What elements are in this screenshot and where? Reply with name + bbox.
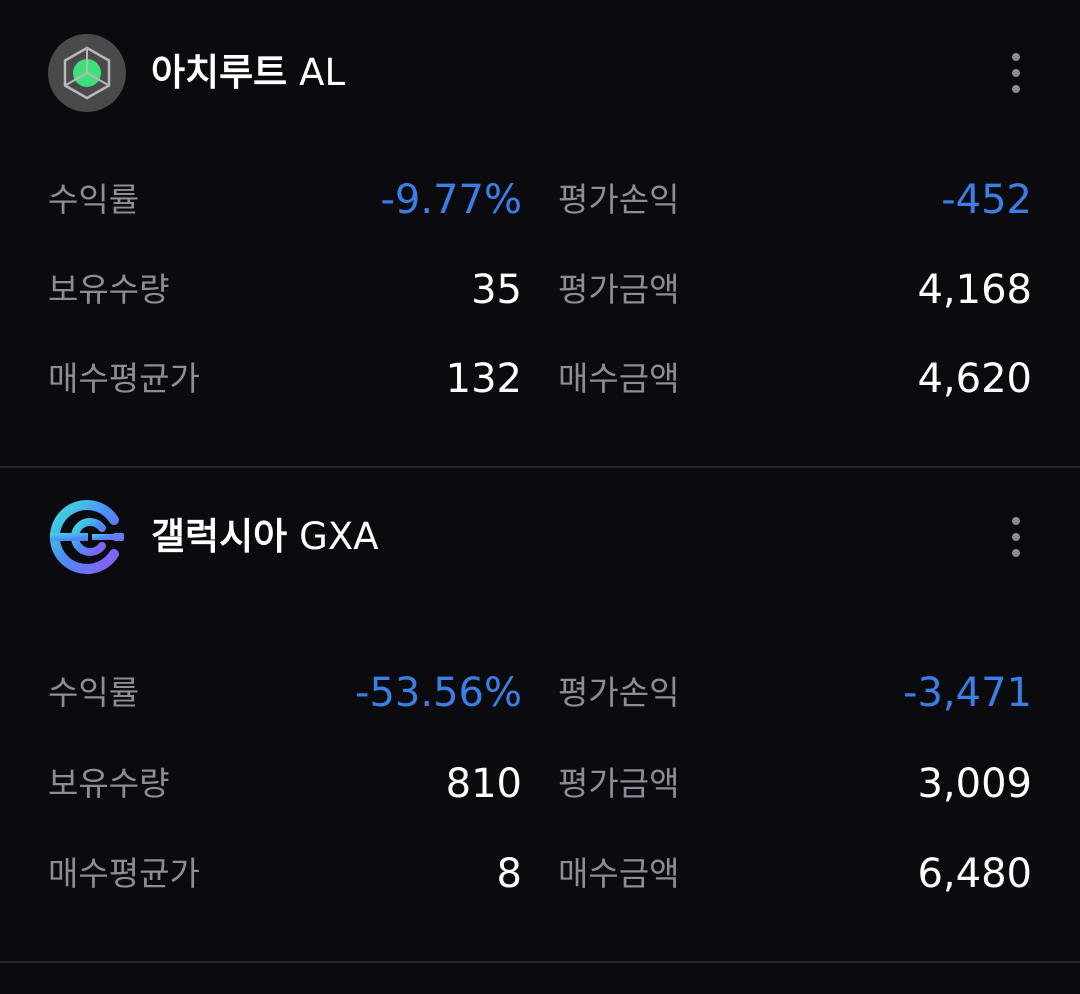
- stat-row-quantity: 보유수량 810 평가금액 3,009: [48, 754, 1032, 814]
- stat-row-return: 수익률 -53.56% 평가손익 -3,471: [48, 663, 1032, 723]
- more-dot-icon: [1012, 533, 1020, 541]
- eval-amount-value: 3,009: [917, 761, 1032, 807]
- coin-korean-name: 갤럭시아: [151, 515, 288, 558]
- eval-pnl-label: 평가손익: [558, 180, 680, 219]
- eval-pnl-value: -452: [941, 177, 1032, 223]
- buy-amount-value: 4,620: [917, 356, 1032, 402]
- stat-row-buy: 매수평균가 132 매수금액 4,620: [48, 349, 1032, 409]
- stat-row-buy: 매수평균가 8 매수금액 6,480: [48, 844, 1032, 904]
- eval-amount-label: 평가금액: [558, 270, 680, 309]
- divider: [0, 961, 1080, 963]
- eval-pnl-value: -3,471: [903, 670, 1032, 716]
- buy-amount-label: 매수금액: [558, 854, 680, 893]
- buy-amount-value: 6,480: [917, 851, 1032, 897]
- buy-amount-label: 매수금액: [558, 359, 680, 398]
- eval-pnl-label: 평가손익: [558, 673, 680, 712]
- holding-qty-value: 35: [471, 267, 522, 313]
- more-options-button[interactable]: [1008, 514, 1024, 560]
- holding-qty-label: 보유수량: [48, 270, 170, 309]
- more-options-button[interactable]: [1008, 50, 1024, 96]
- coin-header: 갤럭시아 GXA: [48, 498, 1032, 576]
- return-rate-value: -9.77%: [380, 177, 522, 223]
- more-dot-icon: [1012, 69, 1020, 77]
- holding-card-gxa[interactable]: 갤럭시아 GXA 수익률 -53.56% 평가손익 -3,471 보유수량 810…: [0, 468, 1080, 961]
- more-dot-icon: [1012, 53, 1020, 61]
- avg-buy-price-value: 132: [445, 356, 522, 402]
- coin-name: 아치루트 AL: [151, 34, 345, 112]
- return-rate-label: 수익률: [48, 180, 140, 219]
- more-dot-icon: [1012, 549, 1020, 557]
- return-rate-value: -53.56%: [355, 670, 522, 716]
- holding-qty-value: 810: [445, 761, 522, 807]
- holding-card-al[interactable]: 아치루트 AL 수익률 -9.77% 평가손익 -452 보유수량 35 평가금액…: [0, 0, 1080, 466]
- holding-qty-label: 보유수량: [48, 764, 170, 803]
- eval-amount-label: 평가금액: [558, 764, 680, 803]
- avg-buy-price-label: 매수평균가: [48, 359, 200, 398]
- eval-amount-value: 4,168: [917, 267, 1032, 313]
- stat-row-quantity: 보유수량 35 평가금액 4,168: [48, 260, 1032, 320]
- more-dot-icon: [1012, 517, 1020, 525]
- coin-name: 갤럭시아 GXA: [151, 498, 379, 576]
- avg-buy-price-label: 매수평균가: [48, 854, 200, 893]
- avg-buy-price-value: 8: [496, 851, 522, 897]
- coin-ticker: AL: [299, 51, 346, 94]
- return-rate-label: 수익률: [48, 673, 140, 712]
- galaxia-logo-icon: [48, 498, 126, 576]
- archloot-logo-icon: [48, 34, 126, 112]
- coin-korean-name: 아치루트: [151, 51, 288, 94]
- more-dot-icon: [1012, 85, 1020, 93]
- stat-row-return: 수익률 -9.77% 평가손익 -452: [48, 170, 1032, 230]
- coin-ticker: GXA: [299, 515, 379, 558]
- coin-header: 아치루트 AL: [48, 34, 1032, 112]
